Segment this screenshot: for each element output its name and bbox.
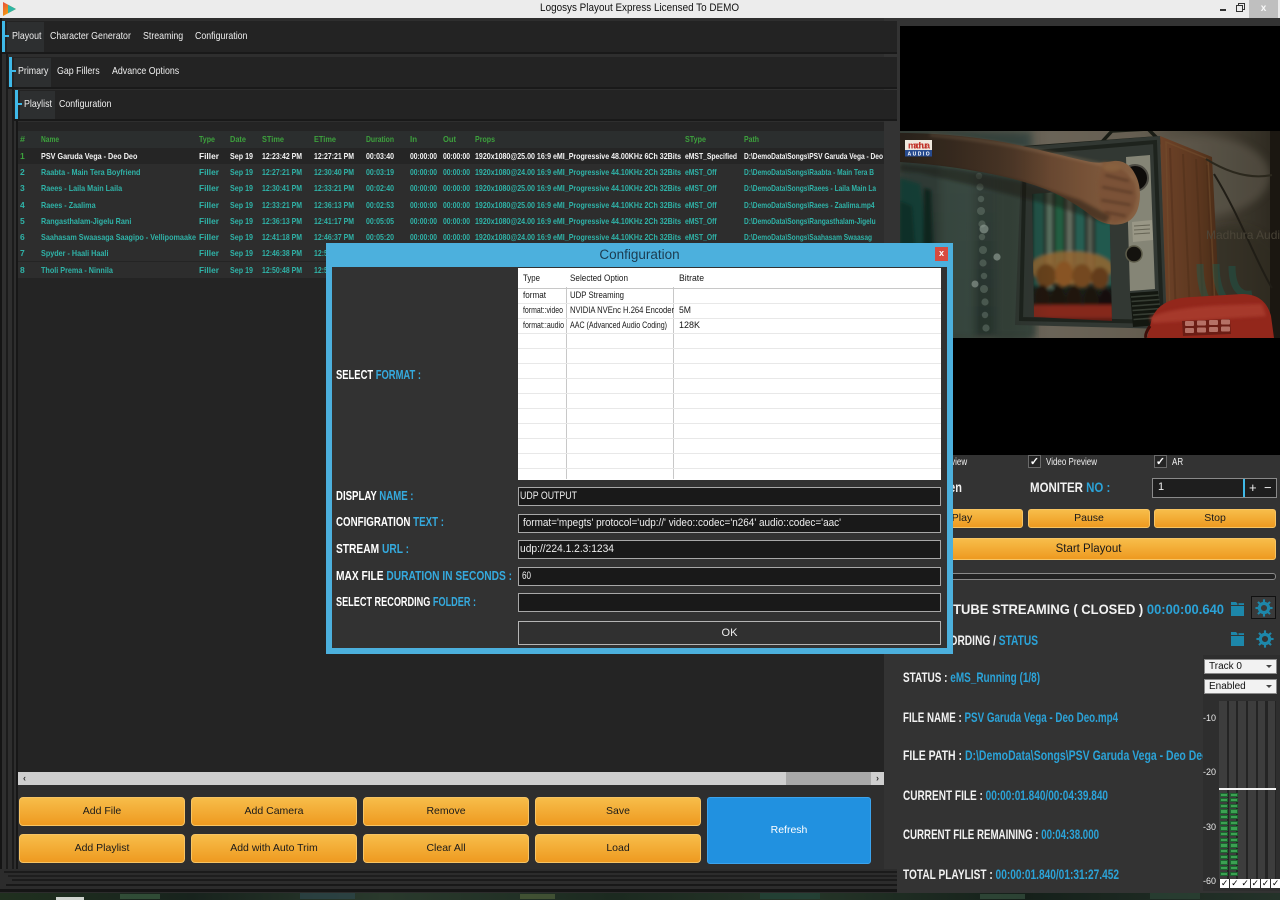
svg-text:madhura: madhura	[908, 141, 931, 151]
svg-text:AUDIO: AUDIO	[908, 152, 932, 158]
